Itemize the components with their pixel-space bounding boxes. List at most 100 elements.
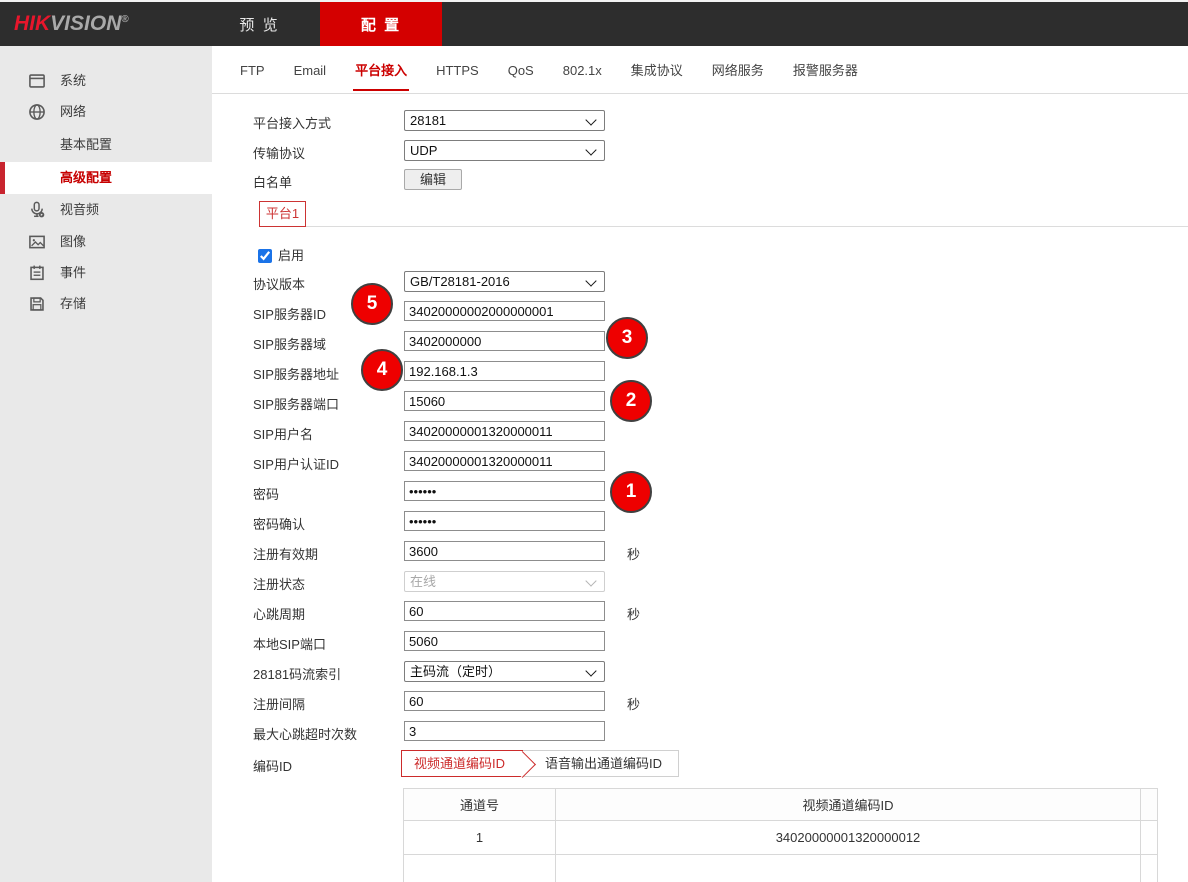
spacer-cell (1141, 855, 1158, 882)
local-sip-port-input[interactable] (404, 631, 605, 651)
password-confirm-input[interactable] (404, 511, 605, 531)
stream-index-label: 28181码流索引 (253, 664, 403, 683)
password-confirm-label: 密码确认 (253, 514, 403, 533)
nav-tab-config[interactable]: 配 置 (320, 2, 442, 48)
video-encode-id-cell: 34020000001320000012 (556, 821, 1141, 855)
sip-auth-id-label: SIP用户认证ID (253, 454, 403, 473)
tab-audio-output-encode-id[interactable]: 语音输出通道编码ID (523, 751, 678, 776)
tab-network-service[interactable]: 网络服务 (712, 46, 764, 93)
stream-index-value: 主码流（定时） (410, 664, 501, 679)
chevron-down-icon (585, 665, 596, 676)
registration-interval-label: 注册间隔 (253, 694, 403, 713)
enable-checkbox[interactable] (258, 249, 272, 263)
sip-server-port-label: SIP服务器端口 (253, 394, 403, 413)
seconds-unit: 秒 (627, 544, 640, 563)
annotation-circle-3: 3 (606, 317, 648, 359)
chevron-down-icon (585, 114, 596, 125)
sidebar-item-event[interactable]: 事件 (0, 260, 212, 286)
nav-tab-preview[interactable]: 预 览 (222, 2, 297, 48)
tab-ftp[interactable]: FTP (240, 46, 265, 93)
sidebar-item-image[interactable]: 图像 (0, 229, 212, 255)
seconds-unit: 秒 (627, 604, 640, 623)
encode-id-tab-group: 视频通道编码ID 语音输出通道编码ID (401, 750, 679, 777)
sidebar-item-basic-config[interactable]: 基本配置 (0, 132, 212, 158)
heartbeat-period-label: 心跳周期 (253, 604, 403, 623)
whitelist-edit-button[interactable]: 编辑 (404, 169, 462, 190)
sidebar-item-label: 视音频 (60, 197, 99, 223)
sip-username-label: SIP用户名 (253, 424, 403, 443)
sidebar-item-video-audio[interactable]: 视音频 (0, 197, 212, 223)
platform1-tab[interactable]: 平台1 (259, 201, 306, 227)
sip-server-address-input[interactable] (404, 361, 605, 381)
network-globe-icon (28, 103, 46, 121)
tab-integration-protocol[interactable]: 集成协议 (631, 46, 683, 93)
access-mode-select[interactable]: 28181 (404, 110, 605, 131)
storage-floppy-icon (28, 295, 46, 313)
password-label: 密码 (253, 484, 403, 503)
spacer-header (1141, 789, 1158, 821)
sidebar-item-advanced-config[interactable]: 高级配置 (0, 162, 212, 194)
platform-tab-divider (306, 226, 1188, 227)
top-bar: HIKVISION® 预 览 配 置 (0, 0, 1188, 46)
sip-server-address-label: SIP服务器地址 (253, 364, 403, 383)
sip-server-domain-label: SIP服务器域 (253, 334, 403, 353)
heartbeat-period-input[interactable] (404, 601, 605, 621)
tab-8021x[interactable]: 802.1x (563, 46, 602, 93)
video-encode-id-header: 视频通道编码ID (556, 789, 1141, 821)
sidebar-item-network[interactable]: 网络 (0, 99, 212, 125)
hikvision-logo: HIKVISION® (14, 12, 129, 36)
sip-server-domain-input[interactable] (404, 331, 605, 351)
sip-server-id-input[interactable] (404, 301, 605, 321)
spacer-cell (1141, 821, 1158, 855)
protocol-version-value: GB/T28181-2016 (410, 274, 510, 289)
local-sip-port-label: 本地SIP端口 (253, 634, 403, 653)
video-encode-id-cell (556, 855, 1141, 882)
app-window: HIKVISION® 预 览 配 置 系统 网络 基本配置 高级配置 (0, 0, 1188, 882)
tab-email[interactable]: Email (294, 46, 327, 93)
sip-server-port-input[interactable] (404, 391, 605, 411)
password-input[interactable] (404, 481, 605, 501)
table-row[interactable]: 1 34020000001320000012 (404, 821, 1158, 855)
sidebar-item-label: 图像 (60, 229, 86, 255)
transport-protocol-value: UDP (410, 143, 437, 158)
table-header-row: 通道号 视频通道编码ID (404, 789, 1158, 821)
sip-username-input[interactable] (404, 421, 605, 441)
stream-index-select[interactable]: 主码流（定时） (404, 661, 605, 682)
registration-interval-input[interactable] (404, 691, 605, 711)
protocol-version-label: 协议版本 (253, 274, 403, 293)
max-heartbeat-timeout-input[interactable] (404, 721, 605, 741)
event-icon (28, 264, 46, 282)
sidebar-item-system[interactable]: 系统 (0, 68, 212, 94)
logo-hik: HIK (14, 12, 50, 35)
max-heartbeat-timeout-label: 最大心跳超时次数 (253, 724, 403, 743)
table-row[interactable] (404, 855, 1158, 882)
registration-status-label: 注册状态 (253, 574, 403, 593)
chevron-down-icon (585, 575, 596, 586)
enable-label: 启用 (278, 245, 304, 264)
tab-https[interactable]: HTTPS (436, 46, 479, 93)
encode-id-label: 编码ID (253, 756, 403, 775)
sip-server-id-label: SIP服务器ID (253, 304, 403, 323)
sidebar-item-label: 事件 (60, 260, 86, 286)
transport-protocol-select[interactable]: UDP (404, 140, 605, 161)
access-mode-label: 平台接入方式 (253, 113, 403, 132)
sidebar: 系统 网络 基本配置 高级配置 视音频 图像 (0, 46, 212, 882)
microphone-icon (28, 201, 46, 219)
sidebar-item-label: 网络 (60, 99, 86, 125)
sip-auth-id-input[interactable] (404, 451, 605, 471)
registration-validity-input[interactable] (404, 541, 605, 561)
tab-qos[interactable]: QoS (508, 46, 534, 93)
protocol-version-select[interactable]: GB/T28181-2016 (404, 271, 605, 292)
transport-protocol-label: 传输协议 (253, 143, 403, 162)
channel-number-cell: 1 (404, 821, 556, 855)
settings-tab-strip: FTP Email 平台接入 HTTPS QoS 802.1x 集成协议 网络服… (212, 46, 1188, 94)
annotation-circle-1: 1 (610, 471, 652, 513)
tab-alarm-server[interactable]: 报警服务器 (793, 46, 858, 93)
logo-registered-mark: ® (121, 14, 128, 25)
tab-video-channel-encode-id[interactable]: 视频通道编码ID (401, 750, 523, 777)
sidebar-item-storage[interactable]: 存储 (0, 291, 212, 317)
access-mode-value: 28181 (410, 113, 446, 128)
channel-table: 通道号 视频通道编码ID 1 34020000001320000012 (403, 788, 1158, 882)
whitelist-label: 白名单 (253, 172, 403, 191)
tab-platform-access[interactable]: 平台接入 (355, 46, 407, 93)
